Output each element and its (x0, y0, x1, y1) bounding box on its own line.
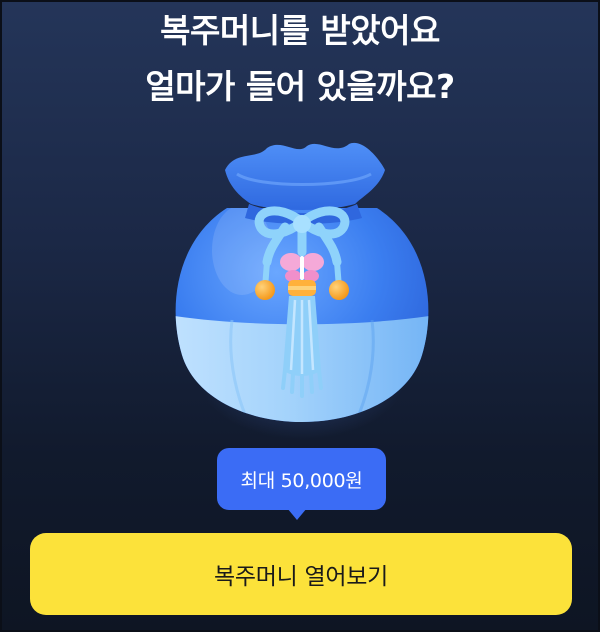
open-pouch-button[interactable]: 복주머니 열어보기 (30, 533, 572, 615)
pouch-illustration (175, 142, 429, 422)
butterfly-charm (280, 253, 324, 282)
headline-line-1: 복주머니를 받았어요 (160, 11, 440, 50)
lucky-pouch-icon[interactable] (157, 130, 447, 450)
tooltip-tail (287, 508, 307, 520)
max-reward-tooltip: 최대 50,000원 (217, 448, 386, 510)
headline-line-2: 얼마가 들어 있을까요? (145, 67, 455, 106)
event-screen: 복주머니를 받았어요 얼마가 들어 있을까요? 최대 50,000원 복주머니 … (0, 0, 600, 632)
